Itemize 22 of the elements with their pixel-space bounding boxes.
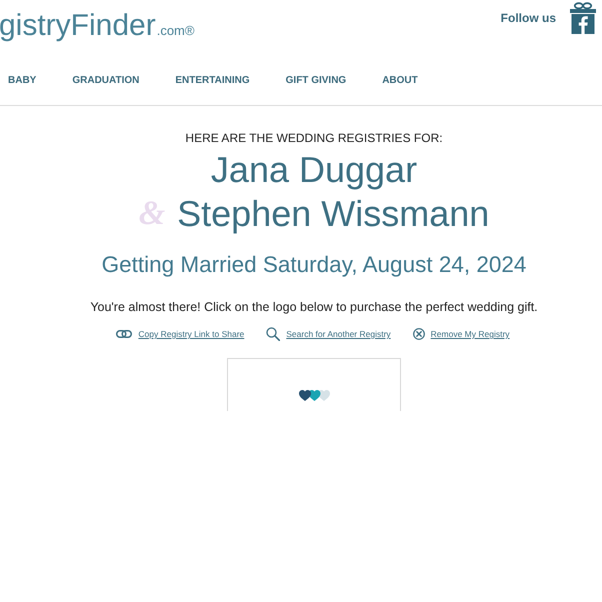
nav-link[interactable]: GIFT GIVING <box>286 73 346 88</box>
ampersand: & <box>138 194 166 234</box>
registry-action-link[interactable]: Remove My Registry <box>430 328 510 340</box>
chain-link-icon <box>116 330 132 338</box>
nav-link[interactable]: ENTERTAINING <box>175 73 250 88</box>
nav-link[interactable]: BABY <box>8 73 36 88</box>
facebook-gift-icon[interactable] <box>570 2 596 34</box>
registries-heading: HERE ARE THE WEDDING REGISTRIES FOR: <box>185 130 443 146</box>
logo-suffix: .com® <box>156 24 194 38</box>
couple-name: Stephen Wissmann <box>177 192 490 236</box>
wedding-date: Getting Married Saturday, August 24, 2024 <box>102 252 526 278</box>
registry-action-link[interactable]: Copy Registry Link to Share <box>138 328 244 340</box>
nav-link[interactable]: GRADUATION <box>72 73 140 88</box>
circle-x-icon <box>412 328 425 340</box>
site-logo[interactable]: gistryFinder <box>0 10 156 42</box>
follow-us-label: Follow us <box>500 10 556 27</box>
instruction-text: You're almost there! Click on the logo below to purchase the perfect wedding gift. <box>90 299 538 315</box>
registry-action-link[interactable]: Search for Another Registry <box>286 328 391 340</box>
nav-link[interactable]: ABOUT <box>382 73 418 88</box>
hearts-logo-icon <box>298 390 330 402</box>
couple-name: Jana Duggar <box>210 148 418 192</box>
search-icon <box>266 327 280 341</box>
